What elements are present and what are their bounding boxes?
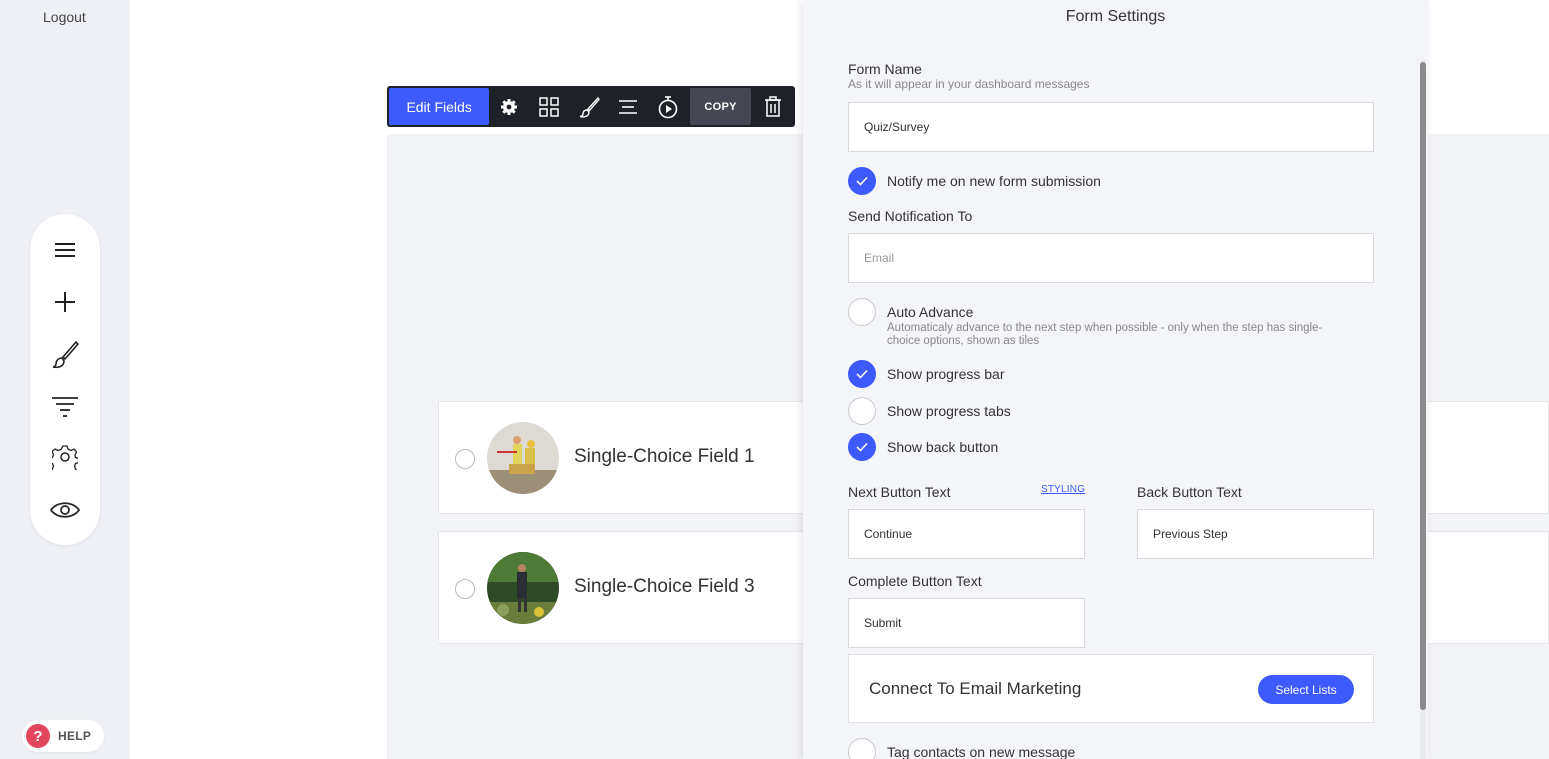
auto-advance-checkbox[interactable] xyxy=(848,298,876,326)
choice-image xyxy=(487,552,559,624)
choice-radio[interactable] xyxy=(455,579,475,599)
gear-icon[interactable] xyxy=(47,439,83,475)
form-name-hint: As it will appear in your dashboard mess… xyxy=(848,77,1090,91)
scrollbar-thumb[interactable] xyxy=(1420,62,1426,710)
auto-advance-hint-1: Automaticaly advance to the next step wh… xyxy=(887,322,1323,334)
check-icon xyxy=(856,442,868,452)
copy-button[interactable]: COPY xyxy=(689,88,752,125)
panel-title: Form Settings xyxy=(1065,8,1166,25)
question-icon: ? xyxy=(26,724,50,748)
next-button-text-input[interactable]: Continue xyxy=(848,509,1085,559)
logout-link[interactable]: Logout xyxy=(43,9,86,25)
email-field[interactable]: Email xyxy=(848,233,1374,283)
tag-contacts-label: Tag contacts on new message xyxy=(887,744,1076,759)
send-notification-label: Send Notification To xyxy=(848,208,973,224)
check-icon xyxy=(856,176,868,186)
back-button-label: Show back button xyxy=(887,439,999,455)
progress-bar-checkbox[interactable] xyxy=(848,360,876,388)
styling-link[interactable]: STYLING xyxy=(1041,484,1085,495)
back-button-text-label: Back Button Text xyxy=(1137,484,1242,500)
eye-icon[interactable] xyxy=(47,492,83,528)
complete-button-text-label: Complete Button Text xyxy=(848,573,982,589)
gear-icon[interactable] xyxy=(489,88,529,125)
next-button-text-label: Next Button Text xyxy=(848,484,951,500)
layout-icon[interactable] xyxy=(529,88,569,125)
choice-label: Single-Choice Field 1 xyxy=(574,446,755,467)
form-name-input[interactable]: Quiz/Survey xyxy=(848,102,1374,152)
email-marketing-card: Connect To Email Marketing Select Lists xyxy=(848,654,1374,723)
timer-icon[interactable] xyxy=(648,88,688,125)
choice-label: Single-Choice Field 3 xyxy=(574,576,755,597)
form-name-label: Form Name xyxy=(848,61,922,77)
complete-button-text-input[interactable]: Submit xyxy=(848,598,1085,648)
notify-checkbox[interactable] xyxy=(848,167,876,195)
trash-icon[interactable] xyxy=(753,88,793,125)
progress-bar-label: Show progress bar xyxy=(887,366,1005,382)
align-icon[interactable] xyxy=(608,88,648,125)
form-settings-panel: Form Settings Form Name As it will appea… xyxy=(803,0,1428,759)
help-button[interactable]: ? HELP xyxy=(22,720,104,752)
tool-palette xyxy=(30,214,100,545)
auto-advance-hint-2: choice options, shown as tiles xyxy=(887,335,1040,347)
brush-icon[interactable] xyxy=(47,336,83,372)
brush-icon[interactable] xyxy=(569,88,609,125)
back-button-checkbox[interactable] xyxy=(848,433,876,461)
filter-icon[interactable] xyxy=(47,389,83,425)
menu-icon[interactable] xyxy=(47,232,83,268)
check-icon xyxy=(856,369,868,379)
plus-icon[interactable] xyxy=(47,284,83,320)
choice-image xyxy=(487,422,559,494)
select-lists-button[interactable]: Select Lists xyxy=(1258,675,1354,704)
back-button-text-input[interactable]: Previous Step xyxy=(1137,509,1374,559)
auto-advance-label: Auto Advance xyxy=(887,304,974,320)
form-toolbar: Edit Fields COPY xyxy=(387,86,795,127)
progress-tabs-label: Show progress tabs xyxy=(887,403,1011,419)
edit-fields-button[interactable]: Edit Fields xyxy=(389,88,490,125)
choice-radio[interactable] xyxy=(455,449,475,469)
email-marketing-title: Connect To Email Marketing xyxy=(869,679,1082,698)
left-sidebar: Logout ? HELP xyxy=(0,0,130,759)
progress-tabs-checkbox[interactable] xyxy=(848,397,876,425)
notify-label: Notify me on new form submission xyxy=(887,173,1101,189)
tag-contacts-checkbox[interactable] xyxy=(848,738,876,759)
help-label: HELP xyxy=(58,729,92,743)
